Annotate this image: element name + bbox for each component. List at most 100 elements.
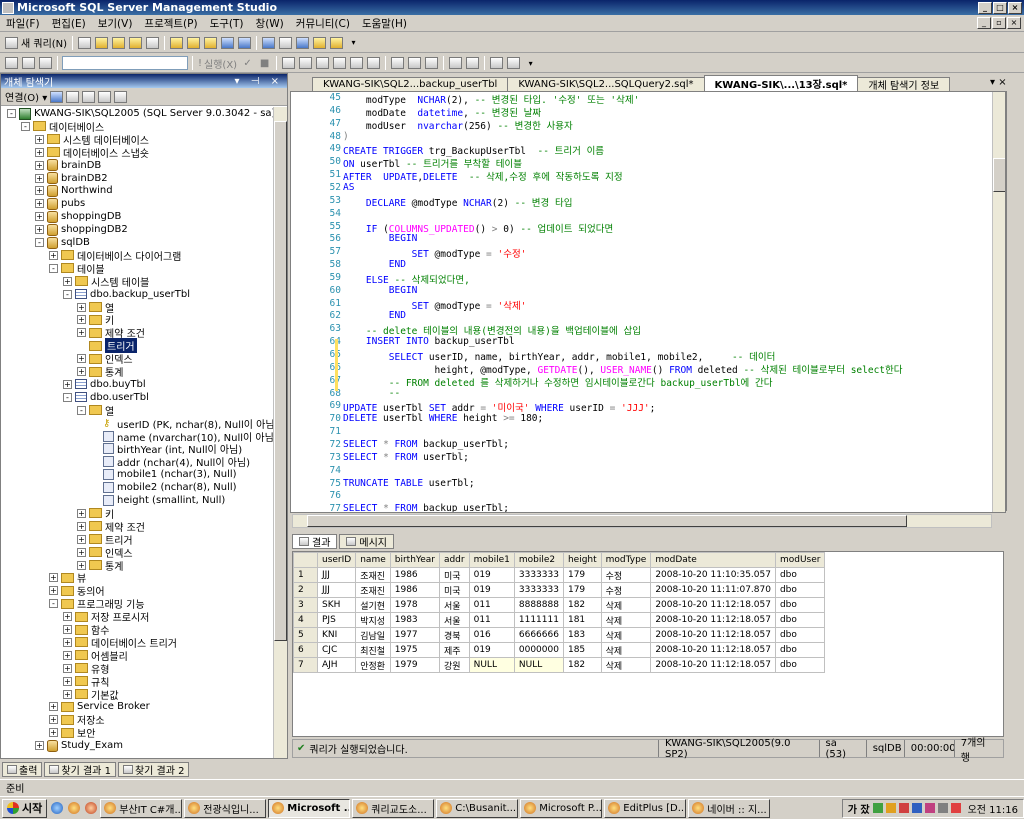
code-line[interactable]: TRUNCATE TABLE userTbl; xyxy=(343,478,475,489)
taskbar-item[interactable]: 전광식입니... xyxy=(184,798,267,818)
expand-icon[interactable]: + xyxy=(63,276,72,286)
tray-icon[interactable] xyxy=(911,803,922,813)
include-plan-button[interactable] xyxy=(349,56,364,71)
table-row[interactable]: 3 SKH 설기현 1978 서울 011 8888888 182 삭제 2008-10-20 1… xyxy=(293,597,826,613)
table-cell[interactable]: 179 xyxy=(562,582,602,598)
tree-node[interactable]: addr (nchar(4), Null이 아님) xyxy=(91,455,250,469)
tree-node[interactable]: mobile1 (nchar(3), Null) xyxy=(91,468,237,481)
new-query-button[interactable]: 새 쿼리(N) xyxy=(4,35,68,50)
table-row[interactable]: 4 PJS 박지성 1983 서울 011 1111111 181 삭제 2008-10-20 1… xyxy=(293,612,826,628)
expand-icon[interactable]: + xyxy=(77,521,86,531)
code-line[interactable]: END xyxy=(343,259,406,270)
stop-icon[interactable] xyxy=(82,90,96,103)
tab-document[interactable]: KWANG-SIK\SQL2...backup_userTbl xyxy=(312,77,509,91)
expand-icon[interactable]: + xyxy=(63,612,72,622)
change-connection-button[interactable] xyxy=(38,56,53,71)
expand-icon[interactable]: + xyxy=(63,676,72,686)
parse-button[interactable]: ✓ xyxy=(240,56,255,71)
table-cell[interactable]: 011 xyxy=(468,612,515,628)
table-cell[interactable]: 182 xyxy=(562,657,602,673)
close-button[interactable]: × xyxy=(1008,1,1022,14)
tree-node[interactable]: + 데이터베이스 다이어그램 xyxy=(49,249,181,263)
expand-icon[interactable]: + xyxy=(49,586,58,596)
row-number[interactable]: 6 xyxy=(293,642,318,658)
mdi-minimize-button[interactable]: _ xyxy=(977,17,991,29)
expand-icon[interactable]: + xyxy=(49,573,58,583)
tree-node[interactable]: + brainDB xyxy=(35,159,101,172)
panel-pin-close-icons[interactable]: ▾ ⊣ × xyxy=(235,76,283,87)
tree-node[interactable]: + 데이터베이스 스냅숏 xyxy=(35,146,149,160)
query-editor[interactable]: 4546474849505152535455565758596061626364… xyxy=(290,91,1006,513)
taskbar-item[interactable]: 네이버 :: 지... xyxy=(688,798,771,818)
expand-icon[interactable]: + xyxy=(35,225,44,235)
menu-help[interactable]: 도움말(H) xyxy=(356,16,413,31)
row-number[interactable]: 4 xyxy=(293,612,318,628)
column-header[interactable]: name xyxy=(355,552,391,568)
code-line[interactable]: SELECT * FROM backup_userTbl; xyxy=(343,503,509,512)
solution-explorer-button[interactable] xyxy=(312,35,327,50)
registered-servers-button[interactable] xyxy=(261,35,276,50)
right-dock[interactable] xyxy=(1006,91,1024,511)
refresh-icon[interactable] xyxy=(114,90,128,103)
table-cell[interactable]: 3333333 xyxy=(513,582,564,598)
tree-node[interactable]: + Study_Exam xyxy=(35,739,123,752)
code-line[interactable]: SELECT * FROM userTbl; xyxy=(343,452,469,463)
save-all-button[interactable] xyxy=(237,35,252,50)
taskbar-item[interactable]: Microsoft P... xyxy=(520,798,603,818)
code-line[interactable]: -- xyxy=(343,388,400,399)
connect-dropdown[interactable]: 연결(O) ▾ xyxy=(5,89,47,104)
table-cell[interactable]: 2008-10-20 11:12:18.057 xyxy=(650,627,776,643)
table-cell[interactable]: 박지성 xyxy=(355,612,391,628)
menu-file[interactable]: 파일(F) xyxy=(0,16,46,31)
table-cell[interactable]: CJC xyxy=(316,642,357,658)
column-header[interactable]: mobile1 xyxy=(468,552,515,568)
table-cell[interactable]: 0000000 xyxy=(513,642,564,658)
results-grid[interactable]: userID name birthYear addr mobile1 mobile2 hei… xyxy=(292,551,1004,737)
column-header[interactable]: mobile2 xyxy=(513,552,564,568)
tray-icon[interactable] xyxy=(898,803,909,813)
table-cell[interactable]: 2008-10-20 11:12:18.057 xyxy=(650,657,776,673)
tab-output[interactable]: 출력 xyxy=(2,761,43,777)
code-line[interactable]: END xyxy=(343,310,406,321)
expand-icon[interactable]: + xyxy=(35,199,44,209)
table-cell[interactable]: 경북 xyxy=(438,627,470,643)
editor-scroll-thumb[interactable] xyxy=(993,158,1005,192)
tree-node[interactable]: + brainDB2 xyxy=(35,172,108,185)
table-cell[interactable]: 181 xyxy=(562,612,602,628)
tab-close-icon[interactable]: ▾ × xyxy=(990,77,1007,88)
tree-node[interactable]: + shoppingDB xyxy=(35,210,121,223)
collapse-icon[interactable]: - xyxy=(35,238,44,247)
table-cell[interactable]: 019 xyxy=(468,582,515,598)
tab-messages[interactable]: 메시지 xyxy=(339,534,395,549)
expand-icon[interactable]: + xyxy=(63,637,72,647)
table-row[interactable]: 1 JJJ 조재진 1986 미국 019 3333333 179 수정 2008-10-20 1… xyxy=(293,567,826,583)
table-cell[interactable]: dbo xyxy=(774,597,826,613)
object-explorer-button[interactable] xyxy=(278,35,293,50)
table-cell[interactable]: 016 xyxy=(468,627,515,643)
code-line[interactable]: INSERT INTO backup_userTbl xyxy=(343,336,515,347)
column-header[interactable]: modUser xyxy=(774,552,826,568)
table-row[interactable]: 5 KNI 김남일 1977 경북 016 6666666 183 삭제 2008-10-20 1… xyxy=(293,627,826,643)
table-cell[interactable]: 제주 xyxy=(438,642,470,658)
table-cell[interactable]: dbo xyxy=(774,612,826,628)
tray-icon[interactable] xyxy=(937,803,948,813)
taskbar-item[interactable]: C:\Busanit... xyxy=(436,798,519,818)
increase-indent-button[interactable] xyxy=(506,56,521,71)
table-cell[interactable]: dbo xyxy=(774,567,826,583)
expand-icon[interactable]: + xyxy=(77,508,86,518)
table-cell[interactable]: 김남일 xyxy=(355,627,391,643)
table-cell[interactable]: dbo xyxy=(774,627,826,643)
table-cell[interactable]: 1986 xyxy=(389,567,440,583)
expand-icon[interactable]: + xyxy=(77,534,86,544)
template-explorer-button[interactable] xyxy=(295,35,310,50)
row-number[interactable]: 5 xyxy=(293,627,318,643)
table-cell[interactable]: NULL xyxy=(513,657,564,673)
menu-community[interactable]: 커뮤니티(C) xyxy=(290,16,356,31)
table-cell[interactable]: 2008-10-20 11:12:18.057 xyxy=(650,597,776,613)
menu-project[interactable]: 프로젝트(P) xyxy=(138,16,203,31)
column-header[interactable]: height xyxy=(562,552,602,568)
menu-tools[interactable]: 도구(T) xyxy=(204,16,250,31)
expand-icon[interactable]: + xyxy=(63,379,72,389)
minimize-button[interactable]: _ xyxy=(978,1,992,14)
expand-icon[interactable]: + xyxy=(77,328,86,338)
